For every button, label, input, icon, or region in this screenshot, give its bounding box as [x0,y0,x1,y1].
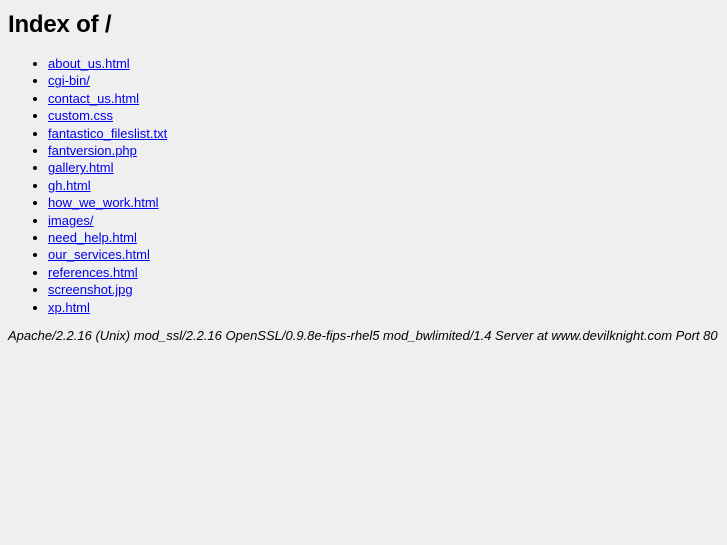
directory-entry-link[interactable]: about_us.html [48,56,130,71]
list-item: images/ [48,212,719,229]
directory-listing: about_us.html cgi-bin/ contact_us.html c… [8,55,719,316]
list-item: references.html [48,264,719,281]
directory-entry-link[interactable]: fantversion.php [48,143,137,158]
directory-entry-link[interactable]: cgi-bin/ [48,73,90,88]
directory-entry-link[interactable]: contact_us.html [48,91,139,106]
list-item: need_help.html [48,229,719,246]
list-item: our_services.html [48,246,719,263]
directory-entry-link[interactable]: gh.html [48,178,91,193]
directory-entry-link[interactable]: gallery.html [48,160,114,175]
directory-entry-link[interactable]: references.html [48,265,138,280]
list-item: gh.html [48,177,719,194]
directory-entry-link[interactable]: images/ [48,213,94,228]
directory-entry-link[interactable]: xp.html [48,300,90,315]
page-title-path: / [104,11,112,38]
list-item: how_we_work.html [48,194,719,211]
directory-entry-link[interactable]: how_we_work.html [48,195,159,210]
list-item: gallery.html [48,159,719,176]
list-item: fantversion.php [48,142,719,159]
directory-entry-link[interactable]: custom.css [48,108,113,123]
list-item: screenshot.jpg [48,281,719,298]
page-title-prefix: Index of [8,11,99,38]
directory-entry-link[interactable]: need_help.html [48,230,137,245]
list-item: contact_us.html [48,90,719,107]
directory-entry-link[interactable]: screenshot.jpg [48,282,133,297]
directory-entry-link[interactable]: our_services.html [48,247,150,262]
directory-index-page: Index of / about_us.html cgi-bin/ contac… [0,0,727,352]
server-signature: Apache/2.2.16 (Unix) mod_ssl/2.2.16 Open… [8,328,718,344]
list-item: custom.css [48,107,719,124]
list-item: about_us.html [48,55,719,72]
directory-entry-link[interactable]: fantastico_fileslist.txt [48,126,167,141]
list-item: xp.html [48,299,719,316]
page-title: Index of / [8,11,719,38]
list-item: cgi-bin/ [48,72,719,89]
list-item: fantastico_fileslist.txt [48,125,719,142]
